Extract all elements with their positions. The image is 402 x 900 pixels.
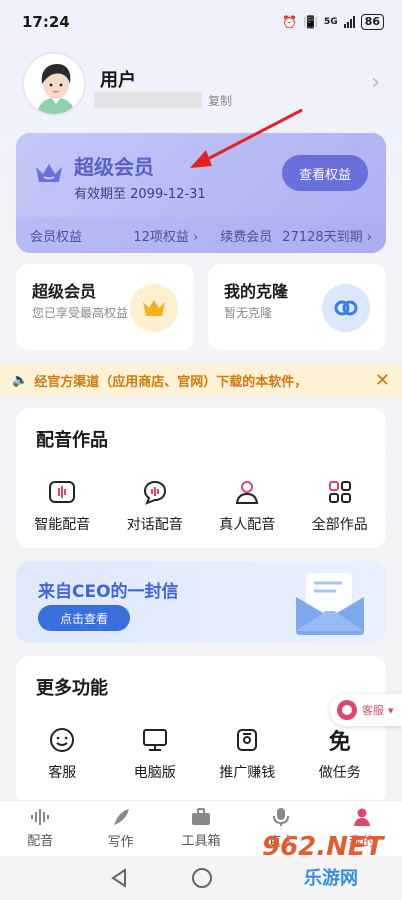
all-works-button[interactable]: 全部作品 — [294, 478, 387, 534]
my-clone-subtitle: 暂无克隆 — [224, 306, 273, 320]
promote-earn-button[interactable]: 推广赚钱 — [201, 726, 294, 782]
headset-icon — [337, 700, 357, 720]
status-icons: ⏰ 📳 5G 86 — [282, 14, 384, 30]
pc-version-button[interactable]: 电脑版 — [109, 726, 202, 782]
speaker-icon: 🔈 — [12, 372, 29, 388]
promote-earn-label: 推广赚钱 — [219, 765, 276, 781]
dubbing-grid: 智能配音 对话配音 真人配音 全部作品 — [16, 478, 386, 534]
floating-customer-service-label: 客服 — [362, 704, 384, 717]
smart-dubbing-button[interactable]: 智能配音 — [16, 478, 109, 534]
vip-card[interactable]: 超级会员 有效期至 2099-12-31 查看权益 会员权益 12项权益 › 续… — [16, 133, 386, 253]
tasks-label: 做任务 — [318, 765, 361, 781]
home-icon[interactable] — [192, 868, 212, 888]
vip-expire-date: 有效期至 2099-12-31 — [74, 187, 206, 202]
benefits-count-link[interactable]: 12项权益 › — [133, 226, 198, 245]
alarm-icon: ⏰ — [282, 15, 298, 29]
tab-writing-label: 写作 — [107, 835, 134, 850]
crown-icon — [36, 164, 62, 182]
grid-icon — [325, 478, 355, 506]
signal-icon — [343, 16, 355, 28]
all-works-label: 全部作品 — [311, 517, 368, 533]
avatar-illustration — [24, 54, 84, 114]
copy-button[interactable]: 复制 — [208, 92, 232, 109]
chat-bubble-icon — [140, 478, 170, 506]
network-label: 5G — [324, 17, 338, 27]
pc-version-label: 电脑版 — [133, 765, 176, 781]
tab-toolbox[interactable]: 工具箱 — [161, 801, 241, 856]
customer-service-label: 客服 — [48, 765, 77, 781]
view-benefits-button[interactable]: 查看权益 — [282, 155, 368, 191]
benefits-label: 会员权益 — [30, 229, 83, 245]
watermark-number: 962.NET — [262, 832, 384, 862]
avatar[interactable] — [22, 52, 86, 116]
envelope-icon — [296, 573, 364, 635]
chevron-right-icon[interactable]: › — [371, 70, 380, 95]
user-id-redacted — [94, 92, 202, 108]
more-features-card: 更多功能 客服 电脑版 推广赚钱 免 做任务 — [16, 656, 386, 806]
dubbing-works-card: 配音作品 智能配音 对话配音 真人配音 全部作品 — [16, 408, 386, 548]
watermark-site: 乐游网 — [304, 868, 358, 889]
super-member-title: 超级会员 — [32, 282, 97, 301]
vip-footer: 会员权益 12项权益 › 续费会员 27128天到期 › — [16, 217, 386, 253]
back-icon[interactable] — [110, 868, 128, 888]
view-letter-button[interactable]: 点击查看 — [38, 605, 130, 631]
customer-service-button[interactable]: 客服 — [16, 726, 109, 782]
battery-icon: 86 — [360, 14, 384, 30]
waveform-tab-icon — [31, 809, 50, 825]
smart-dubbing-label: 智能配音 — [34, 517, 91, 533]
feather-icon — [113, 809, 129, 825]
my-clone-card[interactable]: 我的克隆 暂无克隆 — [208, 264, 386, 350]
tab-dubbing-label: 配音 — [27, 834, 54, 849]
gold-crown-icon — [130, 284, 178, 332]
vibrate-icon: 📳 — [303, 15, 319, 29]
vip-title: 超级会员 — [74, 155, 154, 179]
dialog-dubbing-button[interactable]: 对话配音 — [109, 478, 202, 534]
floating-customer-service[interactable]: 客服 ▾ — [330, 694, 402, 726]
profile-header[interactable]: 用户 复制 › — [22, 52, 382, 118]
my-clone-title: 我的克隆 — [224, 282, 289, 301]
renew-days-link[interactable]: 27128天到期 › — [282, 226, 372, 245]
person-icon — [232, 478, 262, 506]
more-features-title: 更多功能 — [36, 678, 108, 699]
tasks-button[interactable]: 免 做任务 — [294, 726, 387, 782]
briefcase-icon — [192, 808, 211, 825]
notice-text: 经官方渠道（应用商店、官网）下载的本软件， — [34, 374, 308, 390]
more-features-grid: 客服 电脑版 推广赚钱 免 做任务 — [16, 726, 386, 782]
renew-days: 27128天到期 — [282, 229, 363, 245]
human-dubbing-button[interactable]: 真人配音 — [201, 478, 294, 534]
tab-writing[interactable]: 写作 — [80, 801, 160, 856]
caret-down-icon: ▾ — [388, 703, 394, 717]
dubbing-works-title: 配音作品 — [36, 430, 108, 451]
benefits-count: 12项权益 — [133, 229, 189, 245]
renew-label[interactable]: 续费会员 — [220, 226, 272, 245]
human-dubbing-label: 真人配音 — [219, 517, 276, 533]
close-icon[interactable]: ✕ — [375, 370, 390, 391]
ceo-letter-banner[interactable]: 来自CEO的一封信 点击查看 — [16, 561, 386, 643]
monitor-icon — [140, 726, 170, 754]
wallet-icon — [232, 726, 262, 754]
microphone-icon — [273, 808, 290, 826]
notice-bar: 🔈 经官方渠道（应用商店、官网）下载的本软件， ✕ — [0, 364, 402, 396]
free-icon: 免 — [328, 730, 351, 755]
ceo-letter-title: 来自CEO的一封信 — [38, 582, 179, 602]
super-member-subtitle: 您已享受最高权益 — [32, 306, 129, 320]
waveform-icon — [47, 478, 77, 506]
user-tab-icon — [353, 808, 370, 826]
status-bar: 17:24 ⏰ 📳 5G 86 — [0, 0, 402, 44]
site-watermark: 962.NET 乐游网 — [262, 826, 398, 894]
status-time: 17:24 — [22, 13, 70, 31]
username: 用户 — [100, 70, 136, 91]
tab-toolbox-label: 工具箱 — [181, 834, 221, 849]
tab-dubbing[interactable]: 配音 — [0, 801, 80, 856]
dialog-dubbing-label: 对话配音 — [126, 517, 183, 533]
smiley-icon — [47, 726, 77, 754]
super-member-card[interactable]: 超级会员 您已享受最高权益 — [16, 264, 194, 350]
link-icon — [322, 284, 370, 332]
